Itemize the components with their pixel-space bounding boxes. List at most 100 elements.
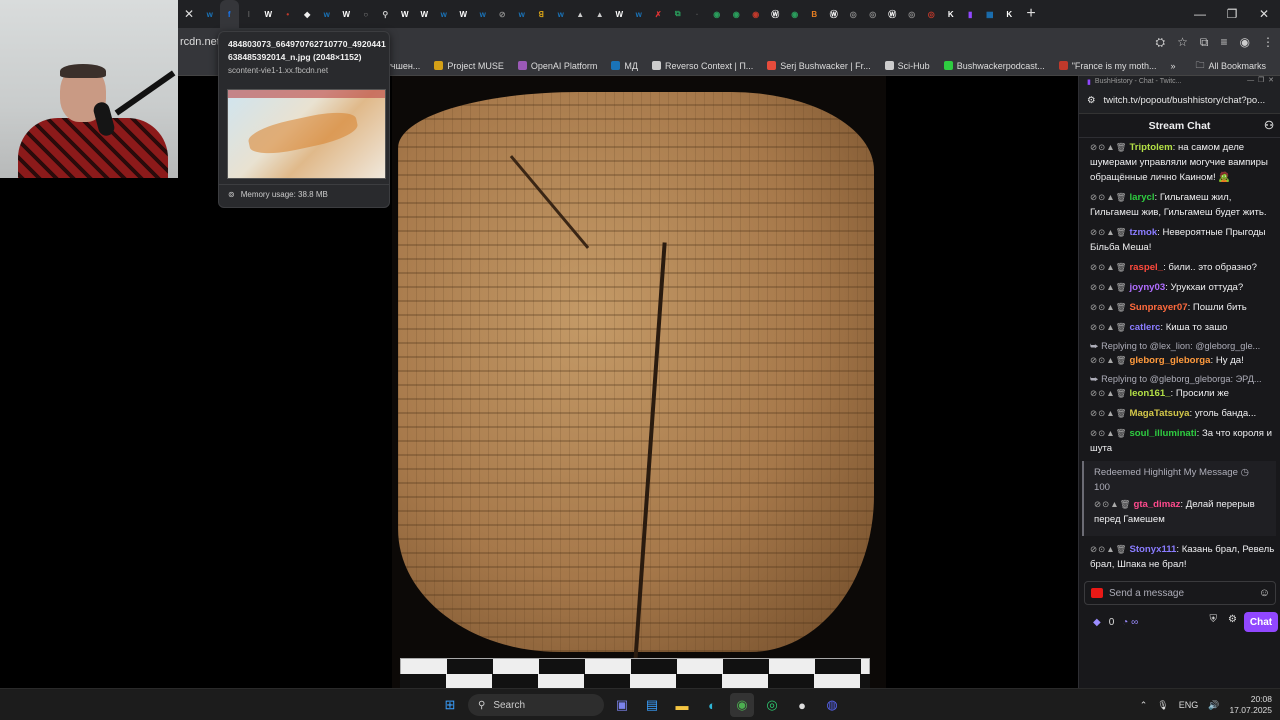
browser-tab[interactable]: ▲ [571, 0, 591, 28]
new-tab-button[interactable]: + [1019, 5, 1043, 23]
browser-tab[interactable]: Ⓦ [824, 0, 844, 28]
bits-balance-icon[interactable]: ◆ [1093, 617, 1101, 628]
chat-username[interactable]: catlerc [1129, 322, 1160, 333]
discord-icon[interactable]: ◍ [820, 693, 844, 717]
chat-username[interactable]: soul_illuminati [1129, 428, 1196, 439]
browser-tab[interactable]: ◎ [863, 0, 883, 28]
chat-username[interactable]: Stonyx111 [1129, 544, 1176, 555]
bookmark-item[interactable]: Serj Bushwacker | Fr... [767, 61, 871, 71]
mod-actions-icon[interactable]: ⊘⊙▲🗑 [1090, 302, 1127, 312]
bookmark-item[interactable]: МД [611, 61, 638, 71]
mod-actions-icon[interactable]: ⊘⊙▲🗑 [1090, 355, 1127, 365]
browser-tab[interactable]: ⧉ [668, 0, 688, 28]
browser-tab[interactable]: ◎ [922, 0, 942, 28]
browser-tab[interactable]: ◉ [746, 0, 766, 28]
browser-tab[interactable]: w [629, 0, 649, 28]
bookmark-item[interactable]: Reverso Context | П... [651, 61, 753, 71]
chat-username[interactable]: tzmok [1129, 227, 1157, 238]
obs-icon[interactable]: ● [790, 693, 814, 717]
browser-tab[interactable]: w [434, 0, 454, 28]
browser-tab[interactable]: w [512, 0, 532, 28]
chat-username[interactable]: Sunprayer07 [1129, 302, 1187, 313]
windows-start-icon[interactable]: ⊞ [438, 693, 462, 717]
reply-context[interactable]: ⮩ Replying to @lex_lion: @gleborg_gle... [1090, 340, 1276, 353]
chat-username[interactable]: raspel_ [1129, 262, 1163, 273]
profile-icon[interactable]: ◉ [1240, 35, 1250, 49]
read-mode-icon[interactable]: ⛭ [1156, 35, 1166, 50]
emote-picker-icon[interactable]: ☺ [1259, 587, 1270, 599]
extensions-icon[interactable]: ⧉ [1200, 35, 1209, 50]
browser-tab[interactable]: ⊘ [493, 0, 513, 28]
browser-tab[interactable]: ⚲ [376, 0, 396, 28]
browser-tab[interactable]: ▲ [590, 0, 610, 28]
moderation-shield-icon[interactable]: ⛨ [1210, 614, 1218, 625]
browser-tab[interactable]: ▦ [980, 0, 1000, 28]
browser-tab[interactable]: ○ [356, 0, 376, 28]
microphone-icon[interactable]: 🎙 [1157, 700, 1168, 711]
chat-input[interactable]: Send a message ☺ [1084, 581, 1276, 605]
browser-tab[interactable]: w [200, 0, 220, 28]
browser-tab[interactable]: Ⓦ [766, 0, 786, 28]
bookmark-star-icon[interactable]: ☆ [1177, 35, 1188, 49]
site-info-icon[interactable]: ⚙ [1087, 95, 1096, 106]
mod-actions-icon[interactable]: ⊘⊙▲🗑 [1090, 388, 1127, 398]
mod-actions-icon[interactable]: ⊘⊙▲🗑 [1090, 408, 1127, 418]
media-icon[interactable]: ≡ [1221, 35, 1228, 49]
browser-tab[interactable]: ꓭ [532, 0, 552, 28]
browser-tab[interactable]: B [805, 0, 825, 28]
reply-context[interactable]: ⮩ Replying to @gleborg_gleborga: ЭРД... [1090, 373, 1276, 386]
chat-window-controls[interactable]: — ❐ ✕ [1247, 76, 1274, 84]
taskbar-search[interactable]: ⚲ Search [468, 694, 604, 716]
store-icon[interactable]: ▤ [640, 693, 664, 717]
browser-tab[interactable]: K [941, 0, 961, 28]
mod-actions-icon[interactable]: ⊘⊙▲🗑 [1090, 544, 1127, 554]
all-bookmarks[interactable]: 🗀 All Bookmarks [1195, 58, 1266, 74]
url-text[interactable]: rcdn.net/ [180, 36, 223, 48]
bits-icon[interactable] [1091, 588, 1103, 598]
image-viewer[interactable] [392, 76, 886, 688]
chat-url-text[interactable]: twitch.tv/popout/bushhistory/chat?po... [1104, 95, 1266, 106]
mod-actions-icon[interactable]: ⊘⊙▲🗑 [1090, 142, 1127, 152]
browser-tab[interactable]: • [278, 0, 298, 28]
browser-tab[interactable]: W [259, 0, 279, 28]
channel-points-icon[interactable]: ◔ ∞ [1122, 617, 1138, 628]
minimize-button[interactable]: — [1184, 0, 1216, 28]
chat-url-bar[interactable]: ⚙ twitch.tv/popout/bushhistory/chat?po..… [1079, 87, 1280, 114]
browser-tab[interactable]: W [454, 0, 474, 28]
tray-overflow-icon[interactable]: ⌃ [1140, 700, 1148, 711]
browser-tab[interactable]: W [415, 0, 435, 28]
chat-username[interactable]: joyny03 [1129, 282, 1165, 293]
browser-tab[interactable]: ◎ [844, 0, 864, 28]
browser-tab[interactable]: ▮ [961, 0, 981, 28]
browser-tab[interactable]: K [1000, 0, 1020, 28]
mod-actions-icon[interactable]: ⊘⊙▲🗑 [1090, 428, 1127, 438]
edge-icon[interactable]: ◐ [700, 693, 724, 717]
volume-icon[interactable]: 🔊 [1208, 700, 1219, 711]
chat-username[interactable]: Triptolem [1129, 142, 1172, 153]
close-tab-icon[interactable]: ✕ [178, 7, 200, 21]
community-icon[interactable]: ⚇ [1264, 119, 1274, 132]
close-window-button[interactable]: ✕ [1248, 0, 1280, 28]
bookmark-item[interactable]: "France is my moth... [1058, 61, 1156, 71]
maximize-button[interactable]: ❐ [1216, 0, 1248, 28]
bookmark-item[interactable]: OpenAI Platform [517, 61, 597, 71]
chat-username[interactable]: larycl [1129, 192, 1154, 203]
file-explorer-icon[interactable]: ▬ [670, 693, 694, 717]
browser-tab[interactable]: · [688, 0, 708, 28]
menu-icon[interactable]: ⋮ [1262, 35, 1274, 49]
browser-tab[interactable]: ◉ [707, 0, 727, 28]
browser-tab[interactable]: w [551, 0, 571, 28]
teams-icon[interactable]: ▣ [610, 693, 634, 717]
browser-tab[interactable]: ✗ [649, 0, 669, 28]
browser-tab[interactable]: Ⓦ [883, 0, 903, 28]
browser-tab[interactable]: W [395, 0, 415, 28]
chat-username[interactable]: MagaTatsuya [1129, 408, 1189, 419]
mod-actions-icon[interactable]: ⊘⊙▲🗑 [1090, 262, 1127, 272]
bookmark-item[interactable]: Project MUSE [434, 61, 504, 71]
chat-username[interactable]: gta_dimaz [1133, 499, 1180, 510]
browser-tab[interactable]: ◆ [298, 0, 318, 28]
mod-actions-icon[interactable]: ⊘⊙▲🗑 [1090, 282, 1127, 292]
chat-send-button[interactable]: Chat [1244, 612, 1278, 632]
clock[interactable]: 20:08 17.07.2025 [1229, 694, 1272, 716]
mod-actions-icon[interactable]: ⊘⊙▲🗑 [1090, 192, 1127, 202]
